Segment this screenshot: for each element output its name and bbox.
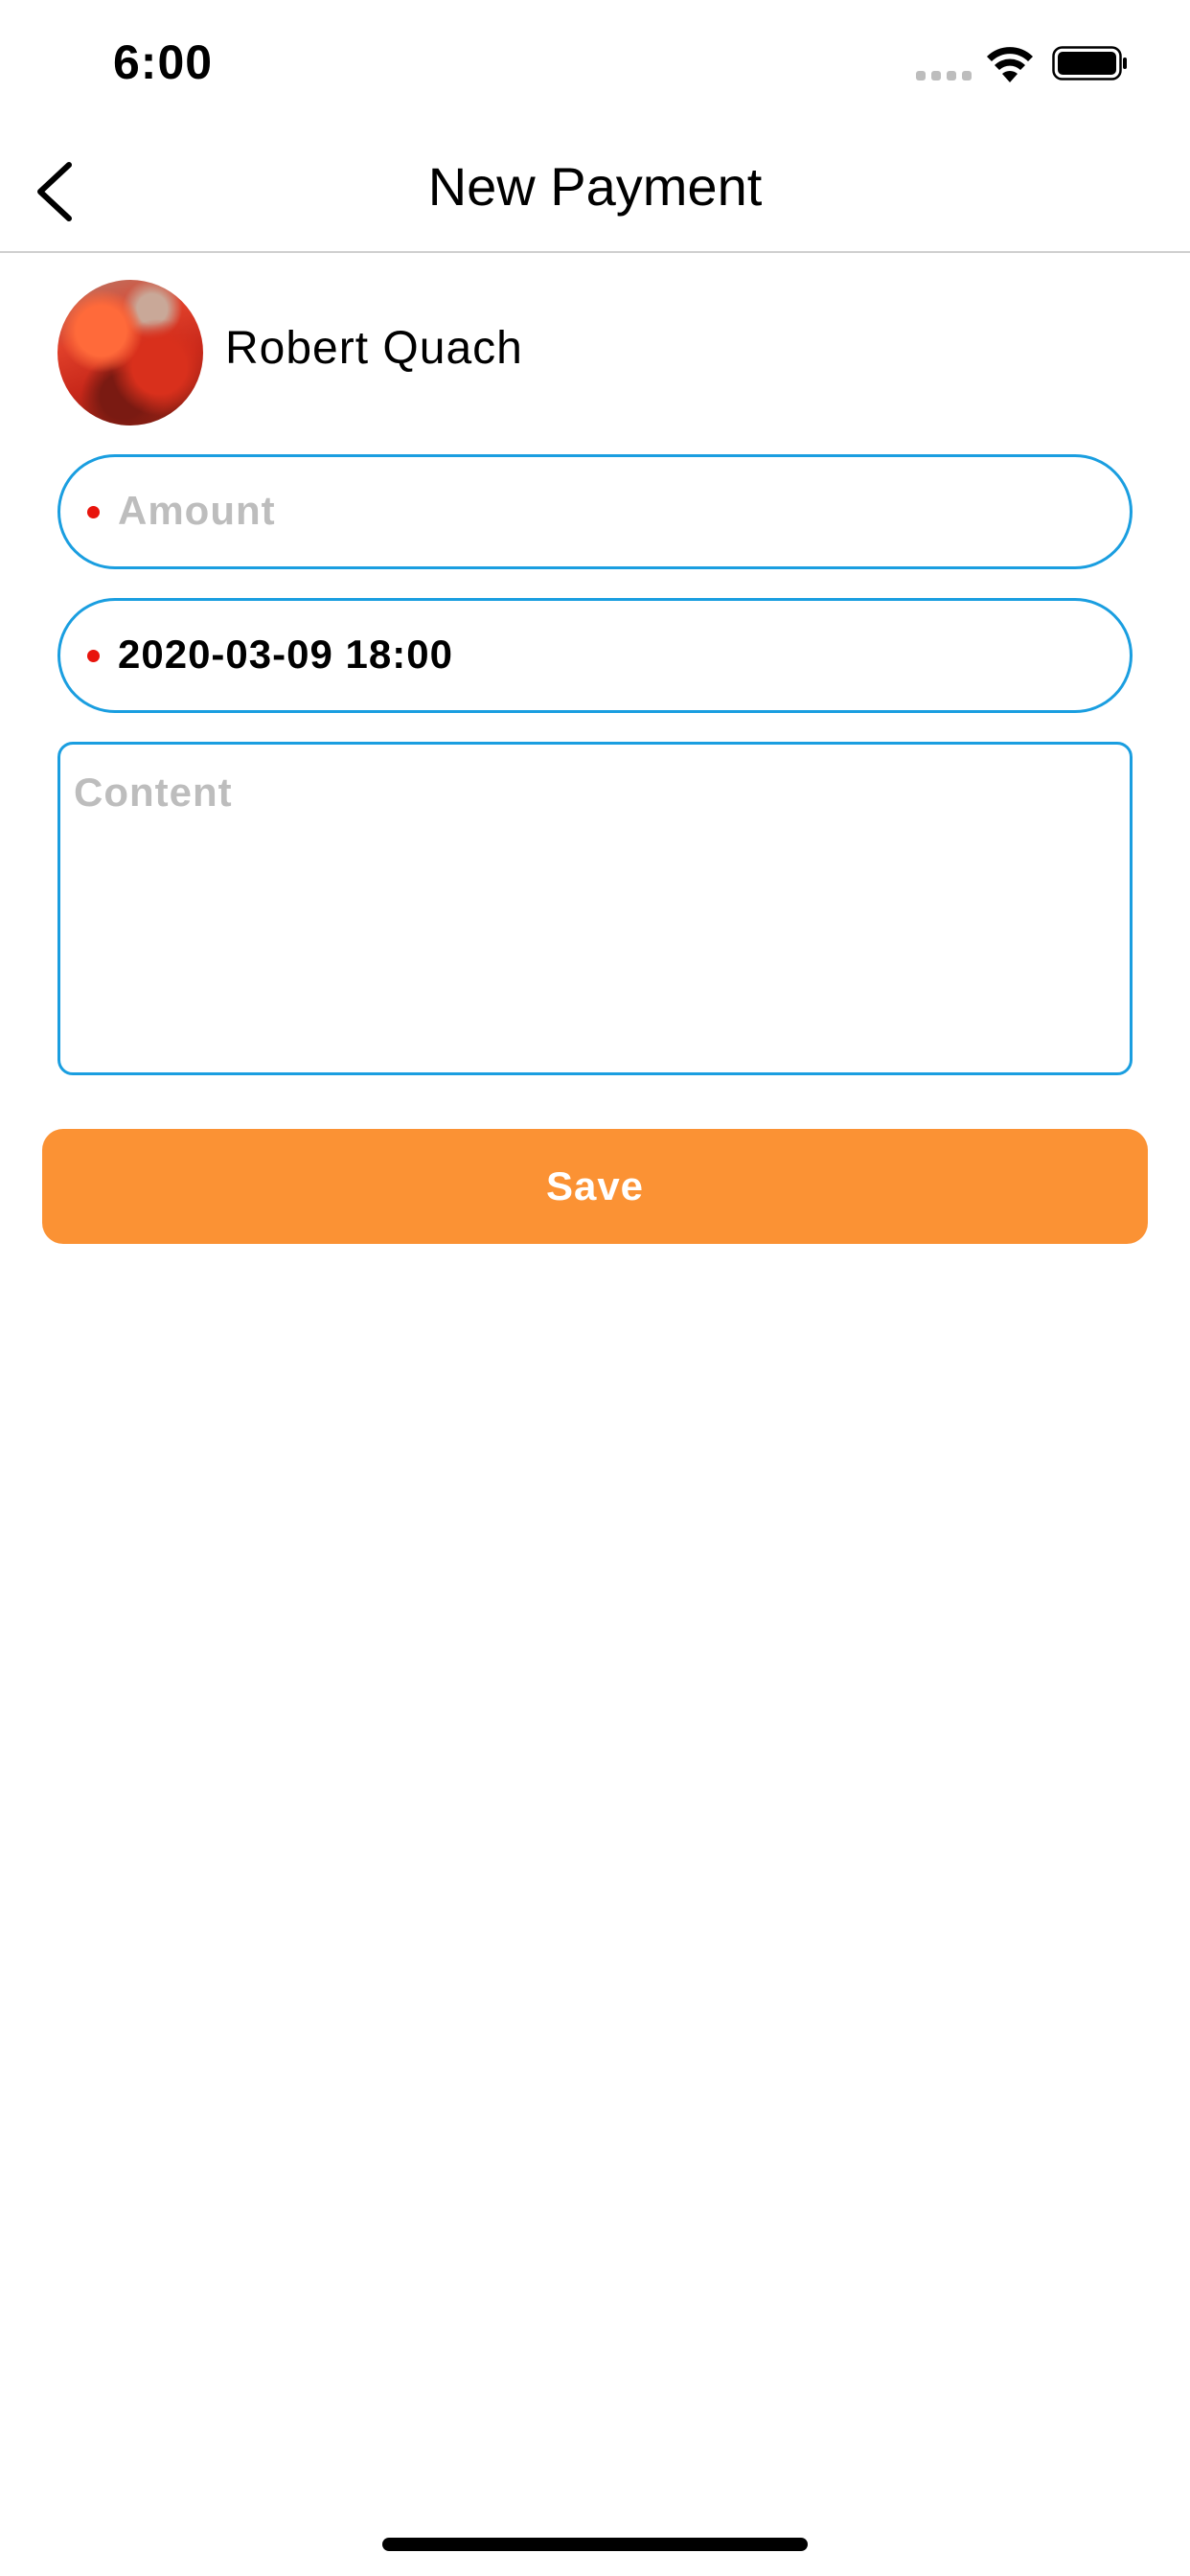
home-indicator	[382, 2538, 808, 2551]
content-placeholder: Content	[74, 770, 233, 815]
content-textarea[interactable]: Content	[57, 742, 1133, 1075]
save-button[interactable]: Save	[42, 1129, 1148, 1244]
amount-placeholder: Amount	[118, 488, 276, 533]
required-indicator	[87, 650, 100, 662]
payee-name: Robert Quach	[225, 323, 523, 374]
status-time: 6:00	[113, 35, 214, 89]
page-title: New Payment	[427, 156, 763, 217]
payee-row: Robert Quach	[57, 280, 1131, 426]
status-bar: 6:00	[0, 0, 1190, 126]
avatar	[57, 280, 203, 426]
date-value: 2020-03-09 18:00	[118, 632, 453, 677]
amount-field[interactable]: Amount	[57, 454, 1133, 569]
required-indicator	[87, 506, 100, 518]
battery-icon	[1052, 46, 1127, 80]
signal-icon	[916, 71, 972, 82]
new-payment-screen: 6:00 New Payment Robert Quach Amount 202…	[0, 0, 1190, 2576]
nav-bar: New Payment	[0, 126, 1190, 253]
wifi-icon	[987, 47, 1033, 82]
date-field[interactable]: 2020-03-09 18:00	[57, 598, 1133, 713]
